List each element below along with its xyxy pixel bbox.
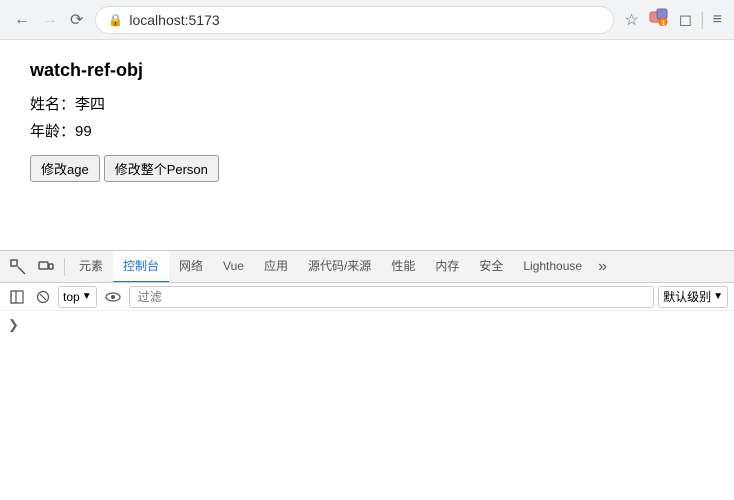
filter-input[interactable]	[129, 286, 654, 308]
name-value: 李四	[75, 96, 105, 113]
bookmarks-button[interactable]: ◻	[677, 8, 694, 32]
tab-vue[interactable]: Vue	[213, 251, 254, 283]
address-bar[interactable]: 🔒 localhost:5173	[95, 6, 614, 34]
top-selector[interactable]: top ▼	[58, 286, 97, 308]
divider: |	[700, 9, 705, 30]
tab-performance[interactable]: 性能	[381, 251, 425, 283]
buttons-row: 修改age 修改整个Person	[30, 155, 704, 182]
devtools-panel: 元素 控制台 网络 Vue 应用 源代码/来源 性能 内存	[0, 250, 734, 500]
devtools-tabs: 元素 控制台 网络 Vue 应用 源代码/来源 性能 内存	[0, 251, 734, 283]
age-row: 年龄：99	[30, 120, 704, 141]
age-value: 99	[75, 123, 92, 140]
url-text: localhost:5173	[129, 12, 601, 28]
tab-network[interactable]: 网络	[169, 251, 213, 283]
clear-console-button[interactable]	[32, 288, 54, 306]
modify-person-button[interactable]: 修改整个Person	[104, 155, 219, 182]
name-row: 姓名：李四	[30, 93, 704, 114]
tab-application[interactable]: 应用	[254, 251, 298, 283]
nav-buttons: ← → ⟳	[10, 8, 87, 32]
tab-memory[interactable]: 内存	[425, 251, 469, 283]
tab-separator-1	[64, 258, 65, 276]
log-level-selector[interactable]: 默认级别 ▼	[658, 286, 728, 308]
modify-age-button[interactable]: 修改age	[30, 155, 100, 182]
browser-actions: ☆ 1 ◻ | ≡	[622, 6, 724, 33]
top-selector-chevron: ▼	[82, 291, 92, 302]
console-toolbar: top ▼ 默认级别 ▼	[0, 283, 734, 311]
tab-security[interactable]: 安全	[469, 251, 513, 283]
inspect-element-button[interactable]	[4, 255, 32, 279]
name-label: 姓名：	[30, 96, 75, 113]
tab-console[interactable]: 控制台	[113, 251, 169, 283]
star-button[interactable]: ☆	[622, 8, 640, 32]
tab-elements[interactable]: 元素	[69, 251, 113, 283]
console-prompt[interactable]: ❯	[0, 315, 734, 335]
browser-chrome: ← → ⟳ 🔒 localhost:5173 ☆ 1 ◻ | ≡	[0, 0, 734, 40]
device-toggle-button[interactable]	[32, 255, 60, 279]
log-level-chevron: ▼	[713, 291, 723, 302]
forward-button[interactable]: →	[38, 9, 62, 31]
age-label: 年龄：	[30, 123, 75, 140]
tab-sources[interactable]: 源代码/来源	[298, 251, 381, 283]
secure-icon: 🔒	[108, 13, 123, 27]
reload-button[interactable]: ⟳	[66, 8, 87, 32]
console-body: ❯	[0, 311, 734, 500]
back-button[interactable]: ←	[10, 9, 34, 31]
page-title: watch-ref-obj	[30, 60, 704, 81]
menu-button[interactable]: ≡	[711, 9, 724, 31]
eye-button[interactable]	[101, 289, 125, 305]
more-tabs-button[interactable]: »	[592, 252, 613, 282]
console-caret: ❯	[8, 317, 19, 333]
sidebar-toggle-button[interactable]	[6, 288, 28, 306]
tab-lighthouse[interactable]: Lighthouse	[513, 251, 592, 283]
extensions-button[interactable]: 1	[647, 6, 671, 33]
svg-text:1: 1	[661, 21, 665, 27]
